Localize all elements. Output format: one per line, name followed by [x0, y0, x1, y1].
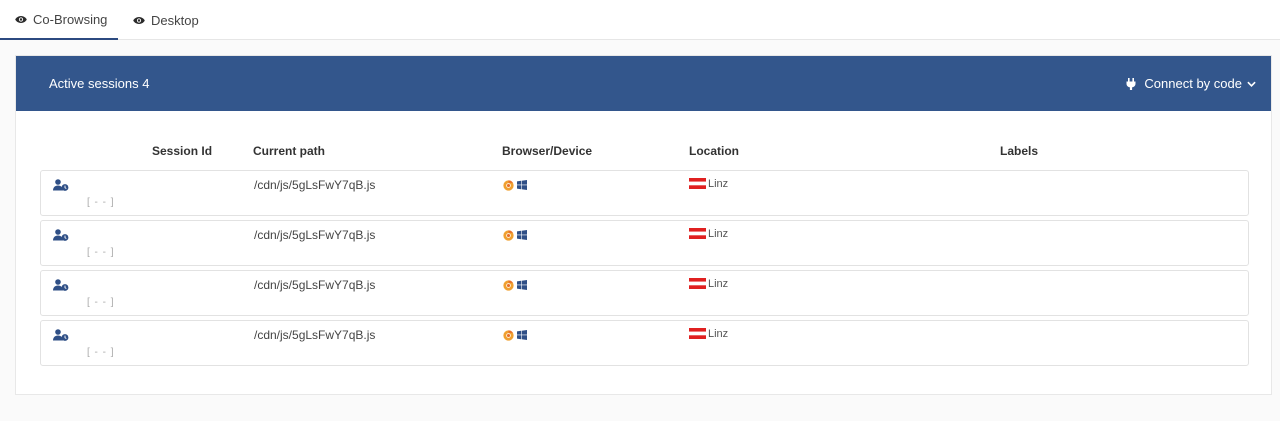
session-id: [ - - ] — [87, 197, 115, 208]
tab-bar: Co-Browsing Desktop — [0, 0, 1280, 40]
austria-flag-icon — [689, 328, 706, 339]
tab-desktop[interactable]: Desktop — [133, 0, 199, 40]
column-header-current-path: Current path — [253, 144, 325, 158]
current-path: /cdn/js/5gLsFwY7qB.js — [254, 178, 376, 192]
page: Co-Browsing Desktop Active sessions 4 Co… — [0, 0, 1280, 421]
session-row[interactable]: [ - - ] /cdn/js/5gLsFwY7qB.js Linz — [40, 320, 1249, 366]
tab-desktop-label: Desktop — [151, 12, 199, 28]
plug-icon — [1126, 77, 1136, 90]
tab-co-browsing-label: Co-Browsing — [33, 11, 108, 27]
austria-flag-icon — [689, 178, 706, 189]
location: Linz — [708, 228, 729, 240]
active-sessions-panel: Active sessions 4 Connect by code Sessio… — [15, 55, 1272, 395]
current-path: /cdn/js/5gLsFwY7qB.js — [254, 278, 376, 292]
session-row[interactable]: [ - - ] /cdn/js/5gLsFwY7qB.js Linz — [40, 220, 1249, 266]
current-path: /cdn/js/5gLsFwY7qB.js — [254, 228, 376, 242]
windows-icon — [517, 230, 527, 240]
chrome-icon — [503, 330, 514, 341]
location: Linz — [708, 278, 729, 290]
user-clock-icon — [53, 329, 69, 341]
chrome-icon — [503, 230, 514, 241]
eye-icon — [133, 16, 145, 24]
eye-icon — [15, 15, 27, 23]
user-clock-icon — [53, 229, 69, 241]
column-header-location: Location — [689, 144, 739, 158]
windows-icon — [517, 280, 527, 290]
windows-icon — [517, 180, 527, 190]
session-row[interactable]: [ - - ] /cdn/js/5gLsFwY7qB.js Linz — [40, 270, 1249, 316]
tab-co-browsing[interactable]: Co-Browsing — [0, 0, 118, 40]
chrome-icon — [503, 180, 514, 191]
session-id: [ - - ] — [87, 247, 115, 258]
chrome-icon — [503, 280, 514, 291]
current-path: /cdn/js/5gLsFwY7qB.js — [254, 328, 376, 342]
connect-by-code-button[interactable]: Connect by code — [1126, 56, 1256, 111]
session-id: [ - - ] — [87, 347, 115, 358]
connect-by-code-label: Connect by code — [1144, 76, 1242, 91]
session-row[interactable]: [ - - ] /cdn/js/5gLsFwY7qB.js Linz — [40, 170, 1249, 216]
column-header-session-id: Session Id — [152, 144, 213, 158]
windows-icon — [517, 330, 527, 340]
user-clock-icon — [53, 279, 69, 291]
panel-header: Active sessions 4 Connect by code — [16, 56, 1271, 111]
location: Linz — [708, 178, 729, 190]
user-clock-icon — [53, 179, 69, 191]
chevron-down-icon — [1247, 81, 1256, 87]
austria-flag-icon — [689, 278, 706, 289]
panel-title: Active sessions 4 — [49, 76, 150, 91]
session-id: [ - - ] — [87, 297, 115, 308]
column-header-labels: Labels — [1000, 144, 1039, 158]
location: Linz — [708, 328, 729, 340]
column-header-browser-device: Browser/Device — [502, 144, 593, 158]
austria-flag-icon — [689, 228, 706, 239]
